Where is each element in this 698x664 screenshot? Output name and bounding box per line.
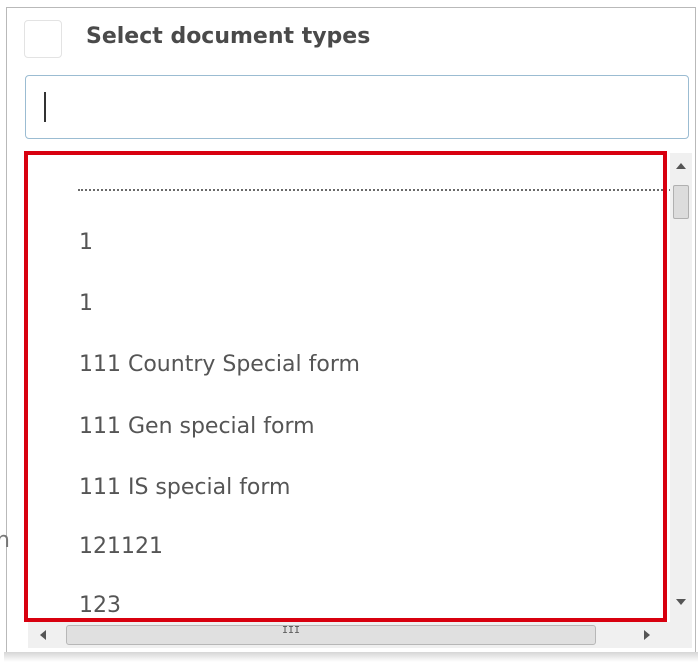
list-item[interactable]: 111 IS special form — [79, 475, 290, 500]
search-input[interactable] — [25, 75, 689, 139]
scroll-grip-icon: III — [282, 625, 301, 636]
header-title: Select document types — [86, 24, 371, 49]
select-all-header: Select document types — [24, 20, 664, 60]
horizontal-scroll-thumb[interactable] — [66, 625, 596, 645]
list-separator — [78, 189, 670, 191]
text-cursor — [44, 92, 46, 122]
panel-shadow — [4, 652, 698, 662]
list-item[interactable]: 111 Country Special form — [79, 352, 360, 377]
vertical-scroll-thumb[interactable] — [673, 185, 689, 219]
horizontal-scrollbar[interactable]: III — [28, 622, 670, 648]
arrow-up-icon[interactable] — [676, 163, 686, 169]
document-type-list: 1 1 111 Country Special form 111 Gen spe… — [20, 150, 670, 622]
list-item[interactable]: 111 Gen special form — [79, 414, 315, 439]
select-all-checkbox[interactable] — [24, 20, 62, 58]
list-item[interactable]: 1 — [79, 230, 93, 255]
vertical-scrollbar[interactable] — [670, 153, 692, 622]
arrow-left-icon[interactable] — [40, 630, 46, 640]
scrollbar-corner — [670, 622, 692, 648]
arrow-right-icon[interactable] — [644, 630, 650, 640]
list-item[interactable]: 123 — [79, 593, 121, 618]
arrow-down-icon[interactable] — [676, 599, 686, 605]
list-item[interactable]: 1 — [79, 291, 93, 316]
background-text-fragment: n — [0, 528, 10, 553]
list-item[interactable]: 121121 — [79, 534, 163, 559]
